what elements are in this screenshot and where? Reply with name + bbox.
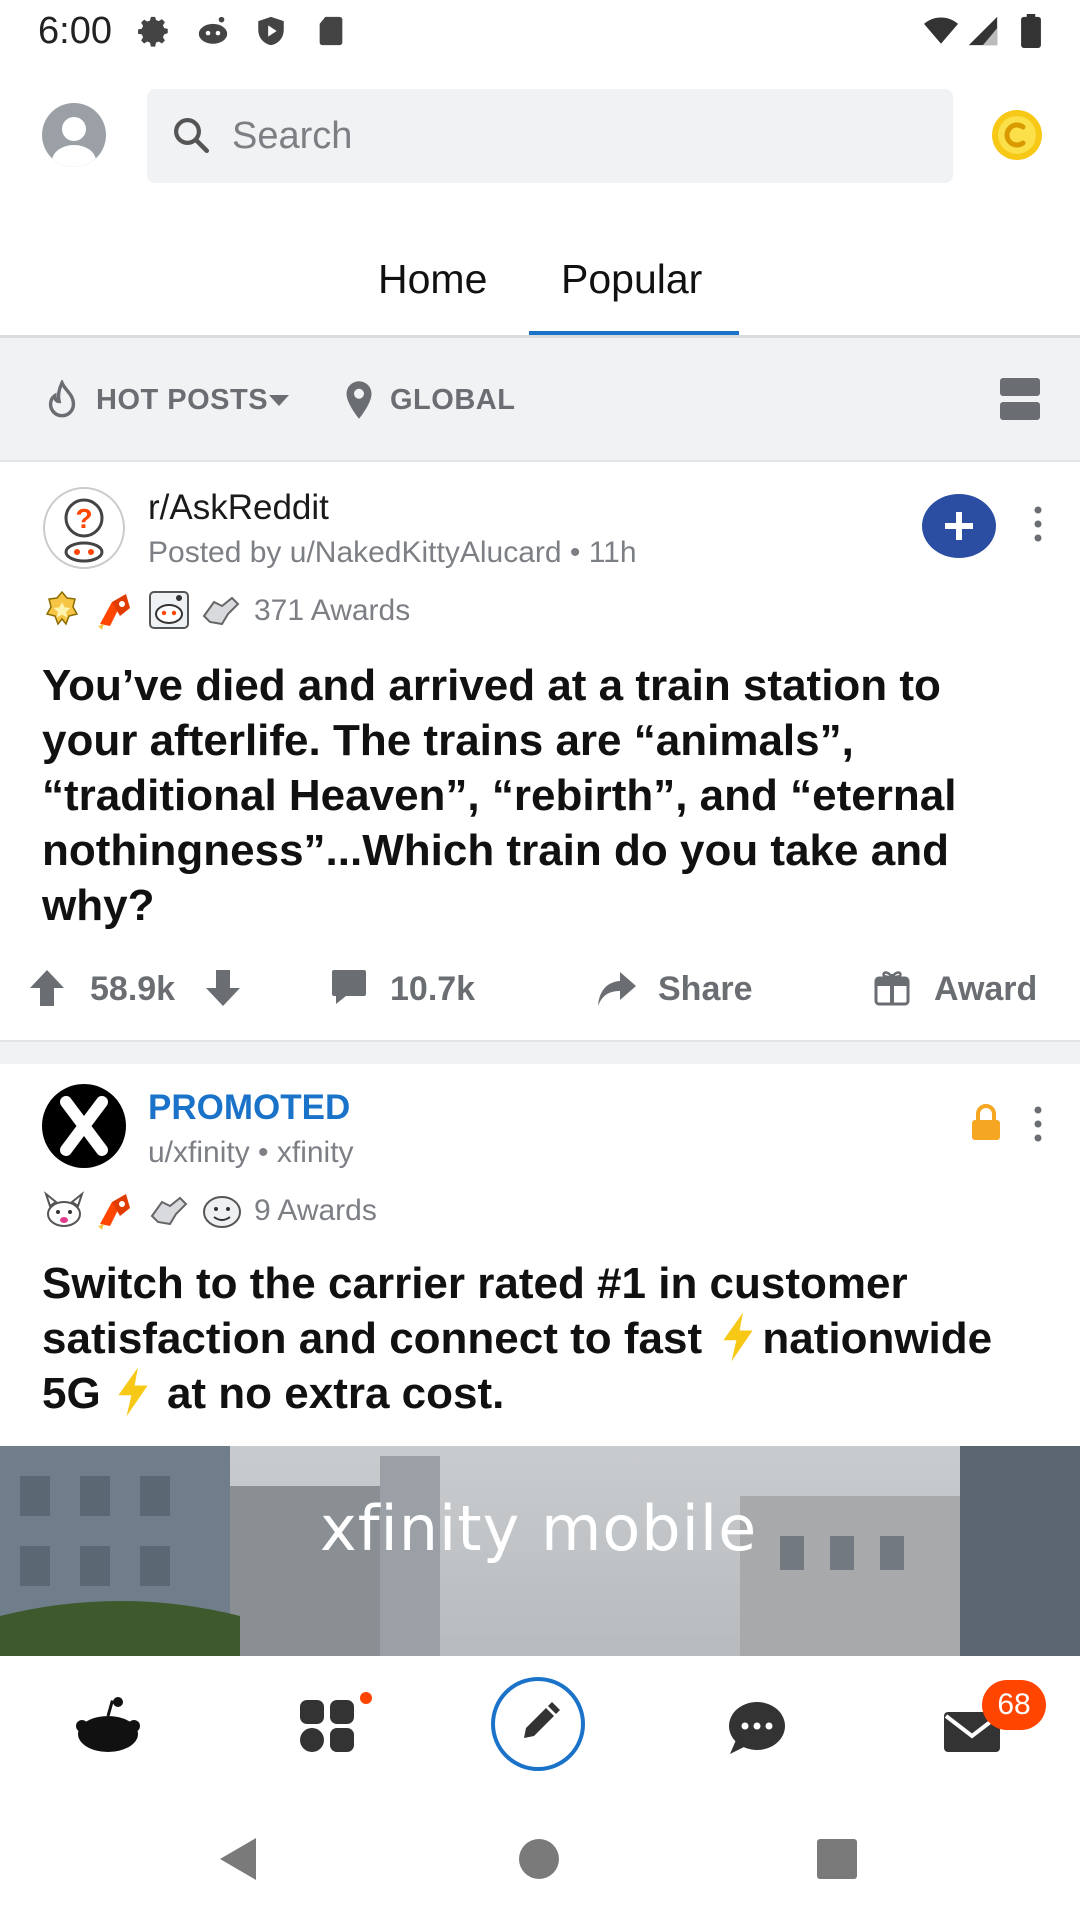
- post-divider: [0, 1040, 1080, 1064]
- title-text: at no extra cost.: [166, 1369, 505, 1418]
- award-dog-icon: [43, 1191, 85, 1227]
- promoted-post-title[interactable]: Switch to the carrier rated #1 in custom…: [42, 1256, 1032, 1421]
- shield-play-icon: [258, 16, 284, 46]
- subreddit-icon[interactable]: ?: [42, 486, 126, 570]
- award-button[interactable]: Award: [934, 970, 1037, 1009]
- title-line: 5G at no extra cost.: [42, 1366, 1032, 1421]
- subreddit-name[interactable]: r/AskReddit: [148, 488, 329, 528]
- share-icon[interactable]: [594, 966, 638, 1010]
- upvote-count: 58.9k: [90, 970, 176, 1008]
- gift-icon[interactable]: [874, 968, 910, 1006]
- post-meta: Posted by u/NakedKittyAlucard • 11h: [148, 536, 637, 569]
- sort-dropdown[interactable]: HOT POSTS: [96, 384, 268, 417]
- card-view-icon[interactable]: [1000, 378, 1040, 420]
- title-text: satisfaction and connect to fast: [42, 1314, 703, 1363]
- chevron-down-icon: [269, 395, 289, 406]
- awards-count[interactable]: 9 Awards: [254, 1194, 377, 1228]
- svg-text:?: ?: [75, 503, 92, 534]
- lightning-icon: [118, 1367, 148, 1417]
- location-pin-icon[interactable]: [344, 380, 374, 420]
- sd-card-icon: [319, 16, 343, 46]
- status-bar: 6:00: [0, 0, 1080, 64]
- recents-icon[interactable]: [816, 1838, 858, 1880]
- chat-icon[interactable]: [726, 1700, 788, 1756]
- search-input[interactable]: Search: [232, 115, 352, 158]
- comment-icon[interactable]: [330, 968, 368, 1008]
- title-text: nationwide: [762, 1314, 993, 1363]
- award-rocket-icon: [98, 1194, 130, 1230]
- search-icon: [174, 118, 210, 154]
- downvote-icon[interactable]: [204, 968, 242, 1008]
- award-seal-icon: [203, 1196, 241, 1228]
- ad-logo-text: xfinity mobile: [320, 1492, 758, 1565]
- award-gold-icon: [45, 590, 79, 626]
- more-options-icon[interactable]: [1030, 504, 1046, 544]
- advertiser-meta[interactable]: u/xfinity • xfinity: [148, 1136, 354, 1170]
- join-button[interactable]: [922, 494, 996, 558]
- user-icon: [52, 117, 96, 167]
- upvote-icon[interactable]: [28, 968, 66, 1008]
- post-title[interactable]: You’ve died and arrived at a train stati…: [42, 658, 1032, 933]
- settings-icon: [138, 16, 168, 47]
- comment-count[interactable]: 10.7k: [390, 970, 475, 1009]
- back-icon[interactable]: [216, 1836, 260, 1882]
- home-circle-icon[interactable]: [518, 1838, 560, 1880]
- lightning-icon: [723, 1312, 753, 1362]
- more-options-icon[interactable]: [1030, 1104, 1046, 1144]
- battery-icon: [1021, 14, 1041, 48]
- create-post-button[interactable]: [490, 1676, 586, 1772]
- reddit-notification-icon: [198, 16, 228, 44]
- coins-icon[interactable]: [990, 108, 1044, 162]
- awards-count[interactable]: 371 Awards: [254, 594, 410, 628]
- share-button[interactable]: Share: [658, 970, 753, 1009]
- lock-icon: [972, 1104, 1000, 1140]
- promoted-label: PROMOTED: [148, 1088, 351, 1127]
- signal-icon: [968, 16, 998, 46]
- title-line: Switch to the carrier rated #1 in custom…: [42, 1259, 908, 1308]
- communities-icon[interactable]: [298, 1692, 378, 1756]
- home-snoo-icon[interactable]: [74, 1696, 142, 1754]
- status-time: 6:00: [38, 10, 112, 52]
- location-filter[interactable]: GLOBAL: [390, 384, 515, 417]
- award-rocket-icon: [98, 594, 130, 630]
- inbox-badge: 68: [982, 1680, 1046, 1730]
- xfinity-logo-icon[interactable]: [42, 1084, 126, 1168]
- tab-popular[interactable]: Popular: [561, 256, 702, 303]
- award-snoo-icon: [149, 591, 189, 629]
- wifi-icon: [924, 17, 958, 44]
- award-hands-icon: [150, 1196, 188, 1226]
- flame-icon[interactable]: [44, 380, 80, 420]
- title-line: satisfaction and connect to fast nationw…: [42, 1311, 1032, 1366]
- award-hands-icon: [202, 596, 240, 626]
- tab-home[interactable]: Home: [378, 256, 487, 303]
- profile-avatar[interactable]: [42, 103, 106, 167]
- title-text: 5G: [42, 1369, 101, 1418]
